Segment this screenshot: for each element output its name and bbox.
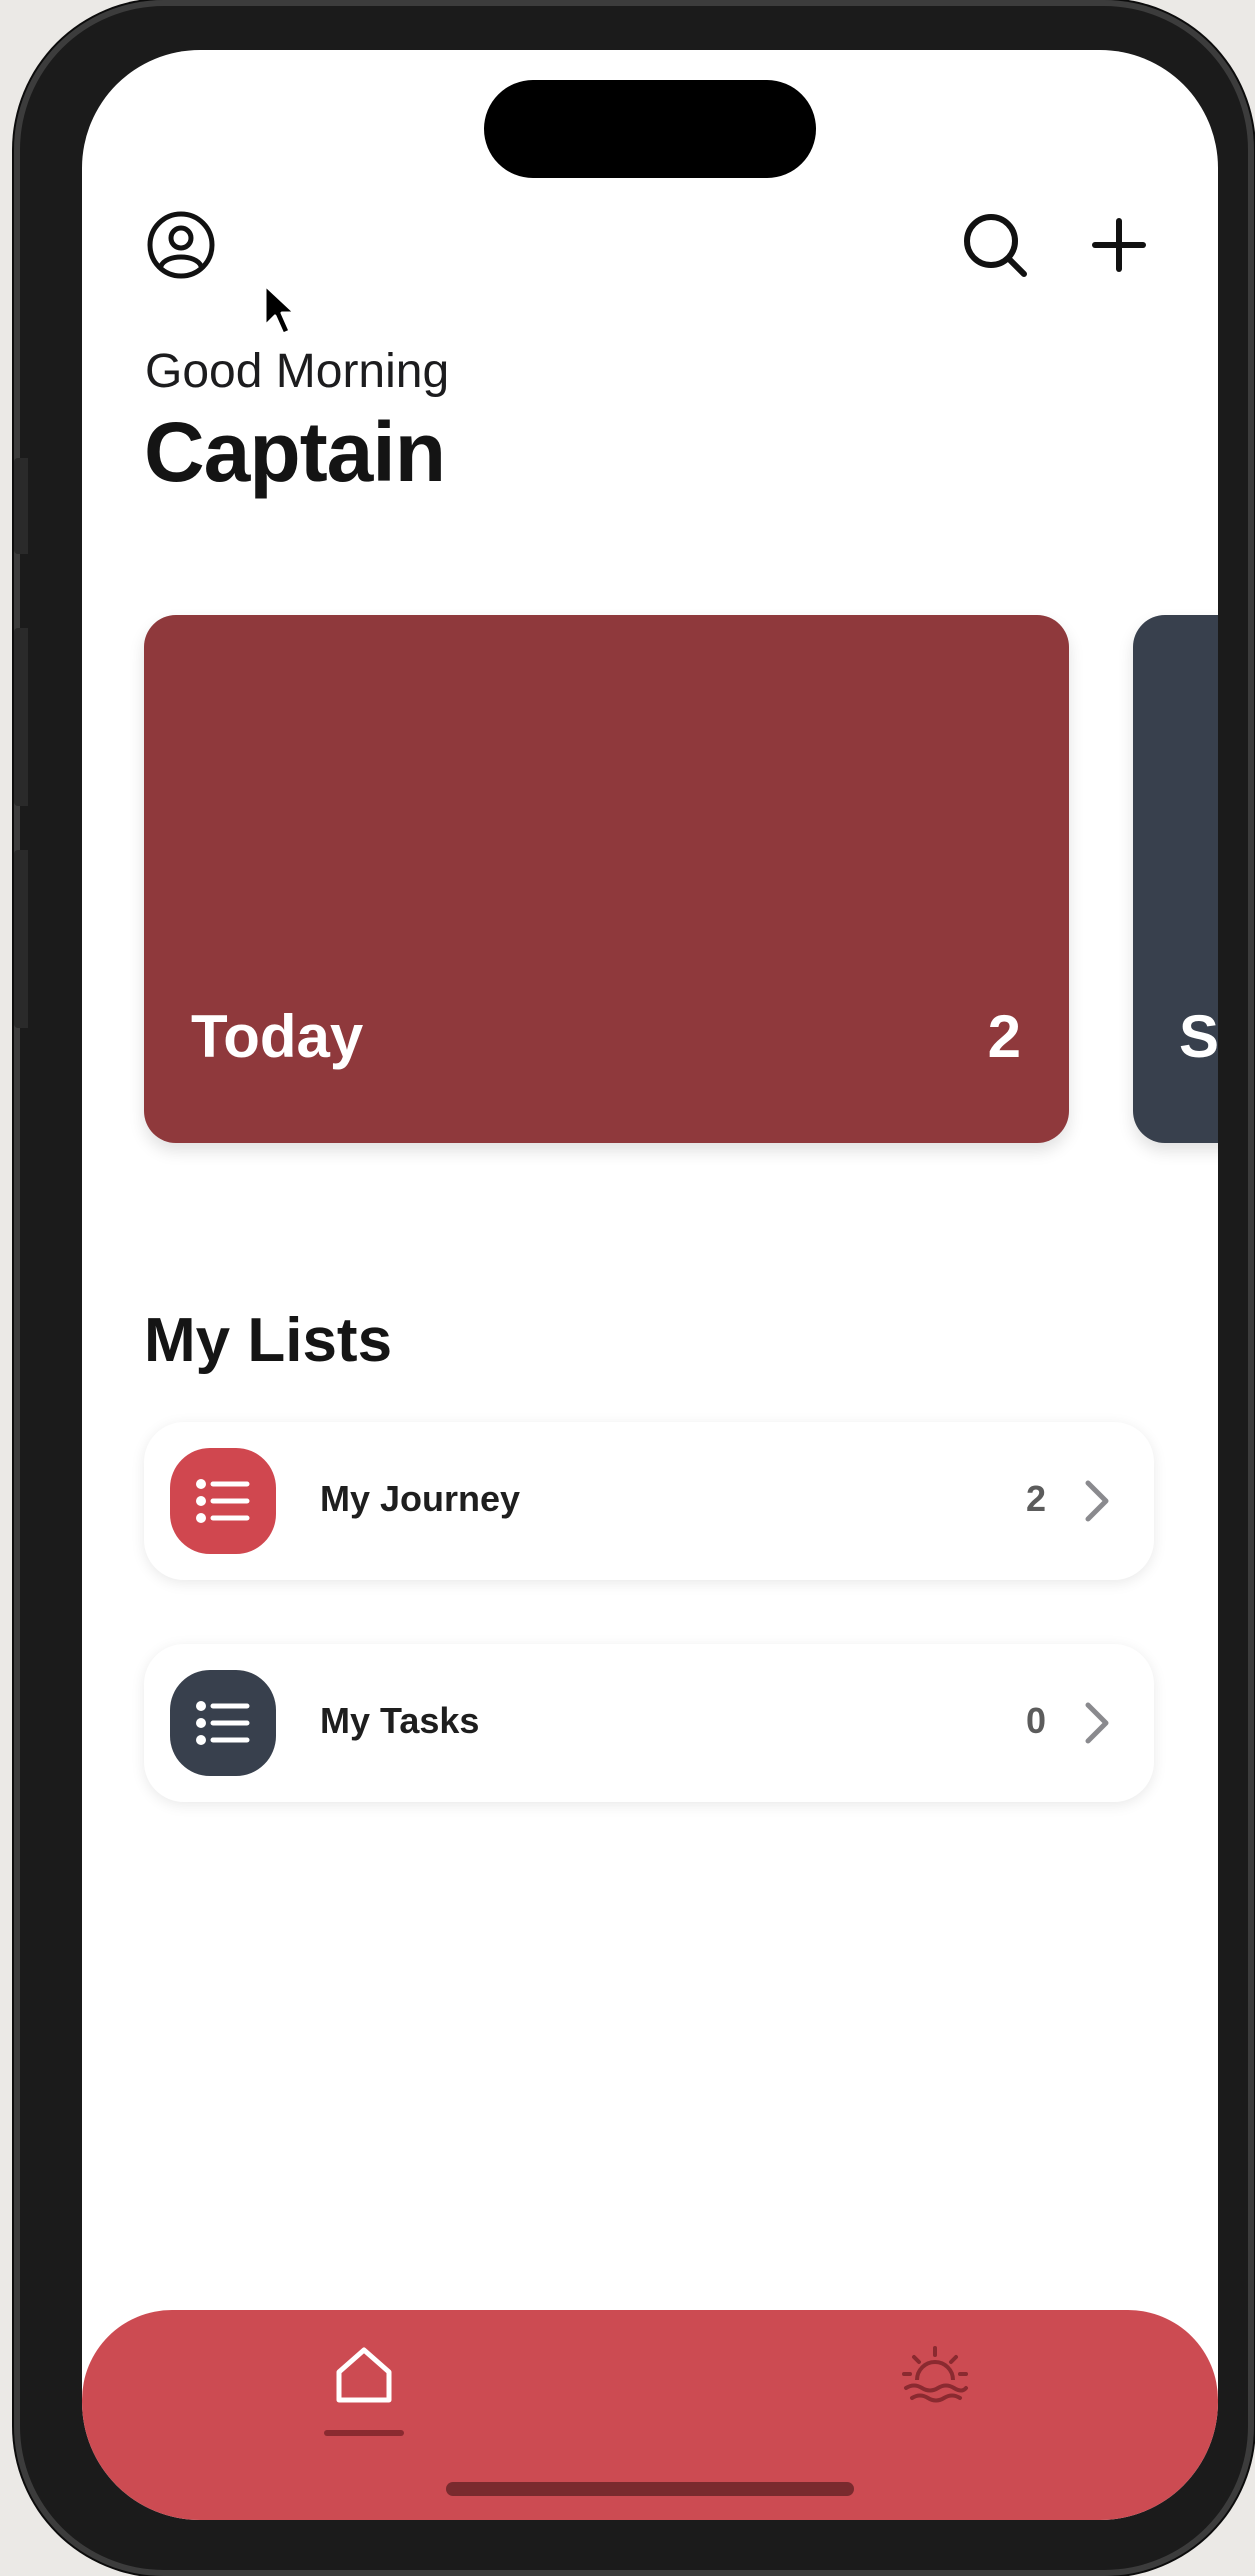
- profile-icon: [147, 211, 215, 279]
- tab-selected-indicator: [324, 2430, 404, 2436]
- my-lists-title: My Lists: [144, 1306, 393, 1375]
- action-button: [14, 458, 28, 554]
- mouse-cursor-icon: [263, 283, 297, 336]
- volume-down-button: [14, 850, 28, 1028]
- scheduled-card-title: S: [1179, 1003, 1218, 1070]
- dynamic-island: [484, 80, 816, 178]
- greeting-text: Good Morning: [145, 345, 450, 398]
- user-name: Captain: [144, 405, 446, 499]
- tab-sunrise[interactable]: [890, 2330, 980, 2420]
- chevron-right-icon: [1085, 1702, 1109, 1744]
- home-icon: [336, 2347, 392, 2403]
- home-indicator: [446, 2482, 854, 2496]
- volume-up-button: [14, 628, 28, 806]
- scheduled-card[interactable]: S: [1133, 615, 1218, 1143]
- tab-home[interactable]: [319, 2330, 409, 2420]
- search-button[interactable]: [958, 208, 1032, 282]
- today-card-title: Today: [191, 1003, 364, 1070]
- search-icon: [964, 214, 1027, 277]
- list-item-my-journey[interactable]: My Journey 2: [144, 1422, 1154, 1580]
- add-button[interactable]: [1082, 208, 1156, 282]
- list-item-label: My Journey: [320, 1478, 521, 1519]
- chevron-right-icon: [1085, 1480, 1109, 1522]
- plus-icon: [1092, 218, 1146, 272]
- list-item-count: 2: [1025, 1478, 1046, 1519]
- list-item-my-tasks[interactable]: My Tasks 0: [144, 1644, 1154, 1802]
- app-screen: Good Morning Captain Today 2 S My Lists: [82, 50, 1218, 2520]
- list-icon: [170, 1448, 276, 1554]
- today-card-count: 2: [987, 1003, 1021, 1070]
- list-item-label: My Tasks: [320, 1700, 480, 1741]
- list-item-count: 0: [1025, 1700, 1046, 1741]
- sunrise-icon: [902, 2346, 968, 2403]
- profile-button[interactable]: [144, 208, 218, 282]
- list-icon: [170, 1670, 276, 1776]
- phone-frame: Good Morning Captain Today 2 S My Lists: [14, 0, 1254, 2576]
- today-card[interactable]: Today 2: [144, 615, 1069, 1143]
